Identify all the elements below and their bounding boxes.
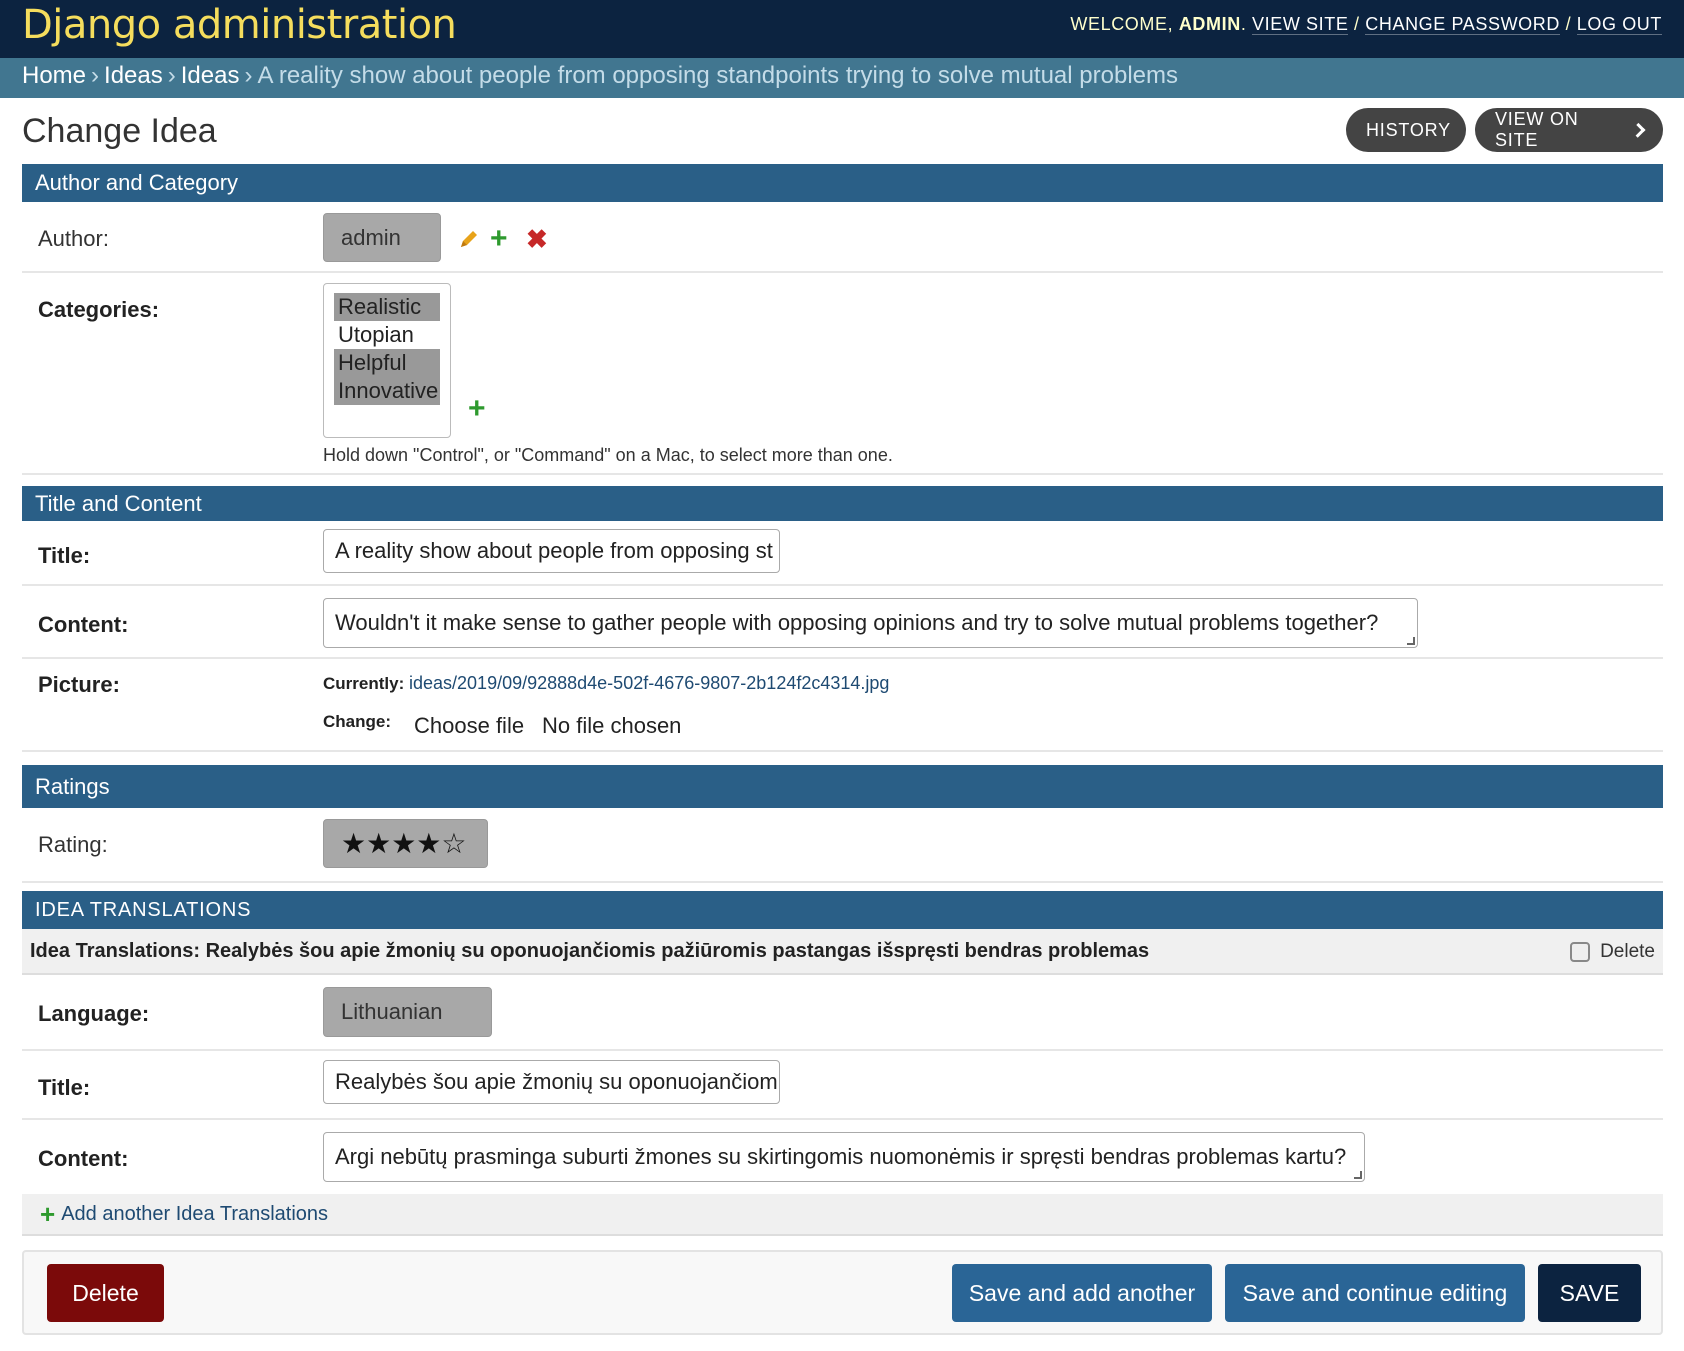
breadcrumb-sep: › (91, 62, 100, 89)
plus-icon: + (40, 1198, 56, 1229)
translation-title-value: Realybės šou apie žmonių su oponuojančio… (335, 1069, 778, 1094)
categories-help: Hold down "Control", or "Command" on a M… (323, 445, 893, 465)
section-ratings: Ratings (22, 765, 1663, 808)
history-label: HISTORY (1366, 119, 1451, 140)
save-label: SAVE (1559, 1279, 1620, 1306)
welcome-text: WELCOME, (1070, 14, 1174, 34)
translation-title-label: Title: (38, 1075, 91, 1100)
current-file-link[interactable]: ideas/2019/09/92888d4e-502f-4676-9807-2b… (409, 673, 889, 694)
category-option[interactable]: Realistic (334, 293, 440, 321)
view-site-link[interactable]: VIEW SITE (1252, 14, 1349, 35)
content-label: Content: (38, 612, 129, 637)
history-button[interactable]: HISTORY (1346, 108, 1466, 152)
breadcrumb-sep: › (167, 62, 176, 89)
section-title-content: Title and Content (22, 486, 1663, 521)
content-value: Wouldn't it make sense to gather people … (335, 610, 1379, 635)
currently-label: Currently: (323, 674, 405, 693)
add-another-label: Add another Idea Translations (61, 1202, 329, 1225)
title-input[interactable]: A reality show about people from opposin… (323, 529, 780, 573)
plus-icon[interactable]: + (468, 394, 486, 424)
translation-content-value: Argi nebūtų prasminga suburti žmones su … (335, 1144, 1347, 1169)
category-option[interactable]: Utopian (334, 321, 440, 349)
language-value: Lithuanian (341, 999, 443, 1024)
delete-checkbox[interactable] (1570, 942, 1591, 962)
section-title: Ratings (35, 773, 110, 799)
rating-row: Rating: (22, 808, 1663, 883)
separator: / (1565, 14, 1572, 34)
inline-header: Idea Translations: Realybės šou apie žmo… (22, 929, 1663, 975)
choose-file-button[interactable]: Choose file (414, 713, 524, 739)
breadcrumb-model[interactable]: Ideas (181, 62, 240, 89)
title-value: A reality show about people from opposin… (335, 538, 773, 563)
header: Django administration WELCOME, ADMIN. VI… (0, 0, 1684, 58)
inline-delete[interactable]: Delete (1570, 941, 1655, 963)
save-button[interactable]: SAVE (1538, 1264, 1641, 1322)
language-select[interactable]: Lithuanian (323, 987, 492, 1037)
no-file-text: No file chosen (542, 713, 682, 738)
save-and-continue-button[interactable]: Save and continue editing (1225, 1264, 1525, 1322)
save-continue-label: Save and continue editing (1242, 1279, 1508, 1306)
rating-stars: ★★★★☆ (341, 828, 467, 859)
categories-label: Categories: (38, 297, 160, 322)
translation-title-input[interactable]: Realybės šou apie žmonių su oponuojančio… (323, 1060, 780, 1104)
pencil-icon[interactable] (458, 228, 480, 255)
breadcrumb: Home › Ideas › Ideas › A reality show about pe… (0, 58, 1684, 98)
author-row: Author: (22, 202, 1663, 273)
rating-label: Rating: (38, 832, 108, 857)
separator: / (1354, 14, 1360, 34)
log-out-link[interactable]: LOG OUT (1576, 14, 1662, 35)
site-name[interactable]: Django administration (22, 2, 457, 48)
translation-content-textarea[interactable]: Argi nebūtų prasminga suburti žmones su … (323, 1132, 1365, 1182)
submit-row: Delete Save and add another Save and con… (22, 1250, 1663, 1335)
section-title: Title and Content (35, 490, 202, 516)
user-tools: WELCOME, ADMIN. VIEW SITE / CHANGE PASSW… (1070, 14, 1662, 35)
change-password-link[interactable]: CHANGE PASSWORD (1365, 14, 1560, 35)
save-and-add-another-button[interactable]: Save and add another (952, 1264, 1212, 1322)
language-row: Language: (22, 975, 1663, 1051)
breadcrumb-app[interactable]: Ideas (104, 62, 163, 89)
translation-title-row: Title: (22, 1051, 1663, 1120)
add-another-translation-link[interactable]: + Add another Idea Translations (22, 1194, 1663, 1236)
plus-icon[interactable]: + (490, 224, 508, 254)
content-textarea[interactable]: Wouldn't it make sense to gather people … (323, 598, 1418, 648)
title-row: Title: (22, 521, 1663, 586)
chevron-right-icon (1630, 122, 1646, 138)
title-label: Title: (38, 543, 91, 568)
page-title: Change Idea (22, 112, 217, 150)
change-label: Change: (323, 712, 391, 731)
author-select[interactable]: admin (323, 213, 441, 262)
delete-button-label: Delete (72, 1279, 139, 1306)
view-on-site-label: VIEW ON SITE (1495, 109, 1579, 150)
breadcrumb-current: A reality show about people from opposin… (257, 62, 1178, 89)
section-translations: IDEA TRANSLATIONS (22, 891, 1663, 929)
inline-title: Idea Translations: Realybės šou apie žmo… (30, 939, 1150, 962)
breadcrumb-home[interactable]: Home (22, 62, 86, 89)
section-title: Author and Category (35, 170, 239, 195)
category-option[interactable]: Innovative (334, 377, 440, 405)
categories-multiselect[interactable]: Realistic Utopian Helpful Innovative (323, 283, 451, 438)
delete-button[interactable]: Delete (47, 1264, 164, 1322)
language-label: Language: (38, 1001, 150, 1026)
breadcrumb-sep: › (244, 62, 253, 89)
category-option[interactable]: Helpful (334, 349, 440, 377)
x-icon[interactable]: ✖ (526, 226, 548, 252)
author-label: Author: (38, 226, 109, 251)
save-add-label: Save and add another (968, 1279, 1196, 1306)
view-on-site-button[interactable]: VIEW ON SITE (1475, 108, 1663, 152)
section-author-category: Author and Category (22, 164, 1663, 202)
rating-select[interactable]: ★★★★☆ (323, 819, 488, 868)
username: ADMIN (1178, 14, 1241, 34)
section-title: IDEA TRANSLATIONS (35, 898, 252, 921)
delete-checkbox-label: Delete (1600, 941, 1655, 962)
picture-label: Picture: (38, 672, 120, 697)
translation-content-label: Content: (38, 1146, 129, 1171)
author-value: admin (341, 224, 401, 250)
